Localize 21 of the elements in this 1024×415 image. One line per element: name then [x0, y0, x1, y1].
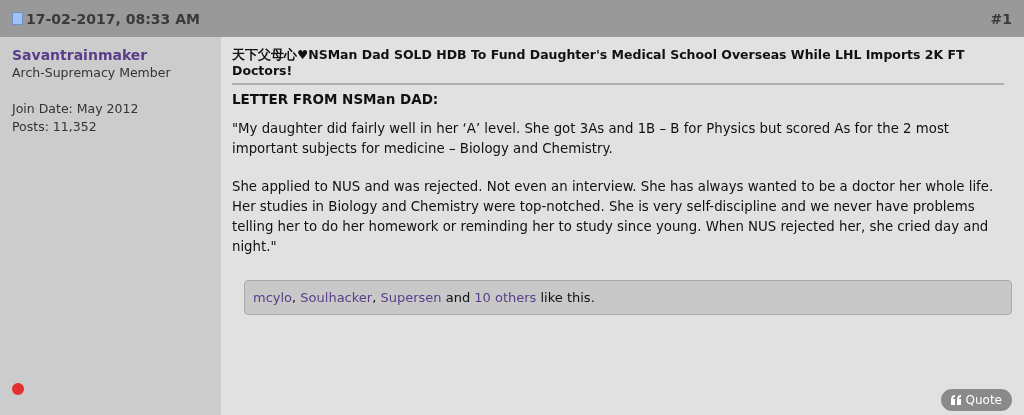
- post-title: 天下父母心♥NSMan Dad SOLD HDB To Fund Daughter's Medical School Overseas While LHL Imports 2K FT Doctors!: [232, 47, 966, 79]
- post-paragraph: She applied to NUS and was rejected. Not even an interview. She has always wanted to be a doctor her whole life. Her studies in Biology and Chemistry were top-notched. She is very self-discipline and we never have problems telling her to do her homework or reminding her to study since young. When NUS rejected her, she cried day and night.": [232, 178, 995, 256]
- username-link[interactable]: Savantrainmaker: [12, 46, 148, 64]
- join-date: Join Date: May 2012: [12, 100, 139, 118]
- quote-icon: [950, 395, 962, 405]
- quote-button[interactable]: Quote: [940, 389, 1012, 411]
- user-link[interactable]: mcylo: [253, 290, 293, 305]
- post-count: Posts: 11,352: [12, 118, 97, 136]
- post-icon: [12, 12, 23, 25]
- post-number-link[interactable]: #1: [990, 10, 1012, 27]
- user-link[interactable]: Supersen: [380, 290, 442, 305]
- letter-heading: LETTER FROM NSMan DAD:: [232, 91, 440, 107]
- likes-text: like this.: [539, 290, 595, 305]
- user-title: Arch-Supremacy Member: [12, 64, 171, 82]
- post-date: 17-02-2017, 08:33 AM: [26, 10, 200, 27]
- likes-text: and: [444, 290, 472, 305]
- user-link[interactable]: Soulhacker: [300, 290, 373, 305]
- user-link[interactable]: 10 others: [474, 290, 537, 305]
- likes-text: ,: [292, 290, 298, 305]
- likes-text: ,: [372, 290, 378, 305]
- post-paragraph: "My daughter did fairly well in her ‘A’ level. She got 3As and 1B – B for Physics but scored As for the 2 most important subjects for medicine – Biology and Chemistry.: [232, 120, 951, 158]
